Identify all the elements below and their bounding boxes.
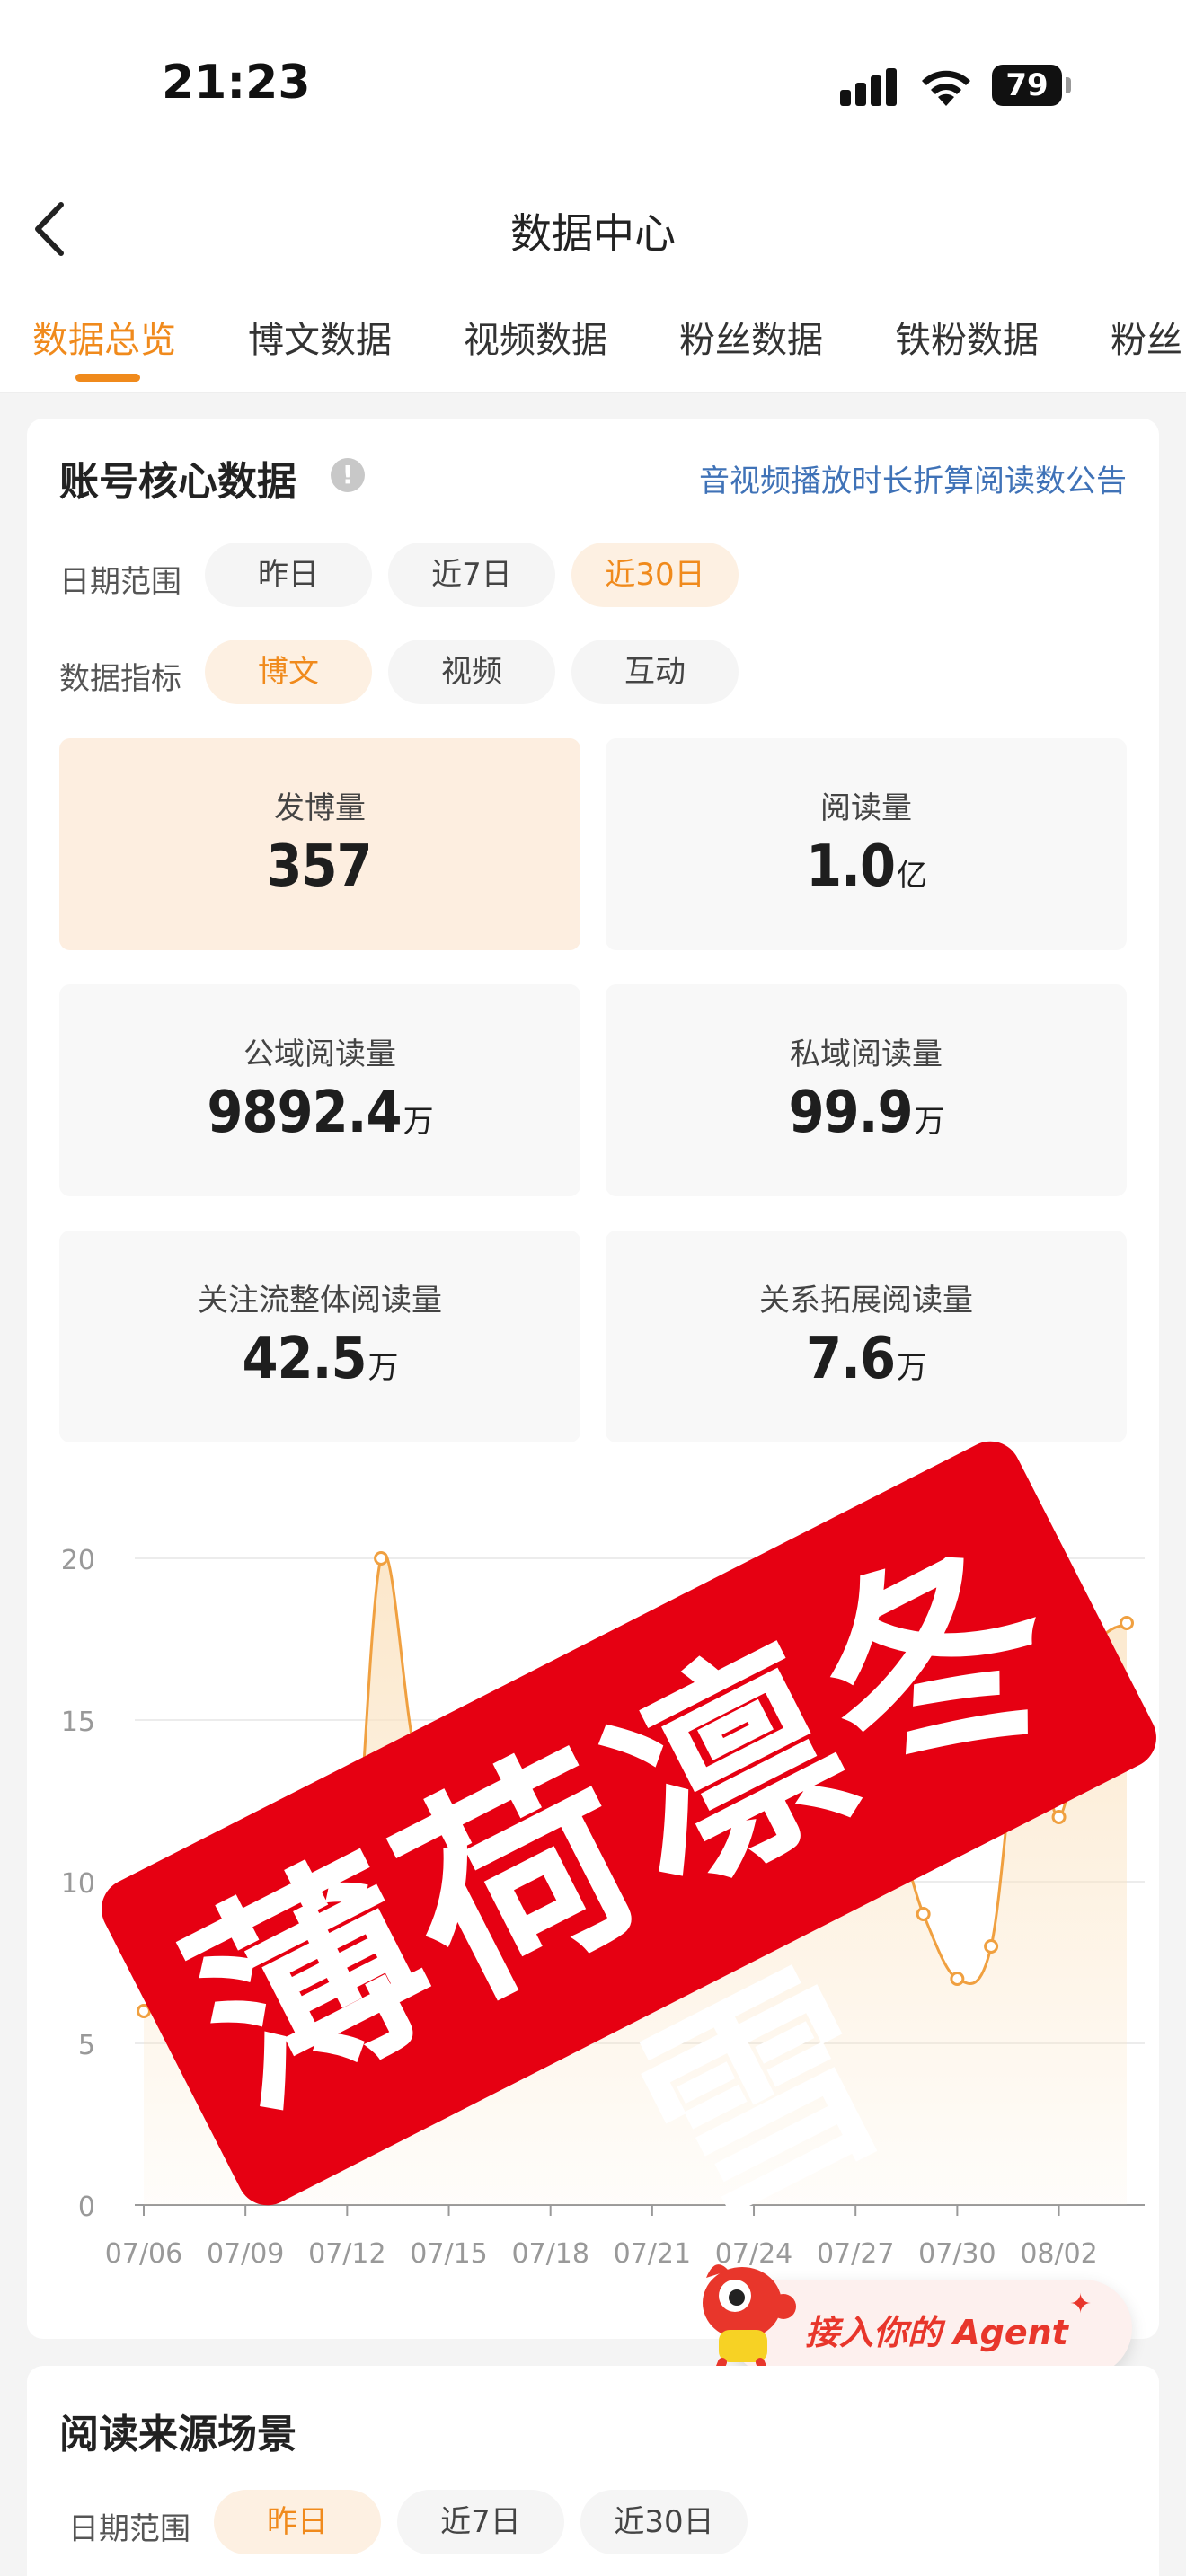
stat-value: 42.5万 bbox=[242, 1326, 398, 1392]
metric-label: 数据指标 bbox=[59, 661, 181, 697]
wifi-icon bbox=[922, 70, 970, 106]
data-point bbox=[374, 1551, 389, 1566]
stat-value: 1.0亿 bbox=[806, 834, 927, 900]
stat-value: 357 bbox=[266, 834, 372, 900]
date-range-label: 日期范围 bbox=[68, 2511, 190, 2547]
tab-iron-fans[interactable]: 铁粉数据 bbox=[895, 311, 1039, 363]
stat-reads[interactable]: 阅读量 1.0亿 bbox=[606, 738, 1127, 950]
stat-value: 7.6万 bbox=[806, 1326, 927, 1392]
battery-icon: 79 bbox=[992, 65, 1062, 106]
battery-tip bbox=[1066, 77, 1071, 93]
status-bar: 21:23 79 bbox=[0, 0, 1186, 171]
stat-label: 关注流整体阅读量 bbox=[198, 1283, 442, 1319]
tab-active-indicator bbox=[75, 374, 140, 382]
y-tick-label: 0 bbox=[78, 2192, 95, 2223]
sources-date-30days-pill[interactable]: 近30日 bbox=[580, 2490, 748, 2554]
stat-post-count[interactable]: 发博量 357 bbox=[59, 738, 580, 950]
tab-posts[interactable]: 博文数据 bbox=[248, 311, 392, 363]
date-range-label: 日期范围 bbox=[59, 564, 181, 600]
read-sources-card: 阅读来源场景 日期范围 昨日 近7日 近30日 bbox=[27, 2366, 1159, 2576]
sources-date-yesterday-pill[interactable]: 昨日 bbox=[214, 2490, 381, 2554]
agent-button-label: 接入你的 Agent bbox=[805, 2313, 1068, 2352]
cellular-signal-icon bbox=[840, 66, 903, 106]
stat-value: 9892.4万 bbox=[207, 1080, 433, 1146]
card-title: 账号核心数据 bbox=[59, 459, 296, 505]
info-icon[interactable]: ! bbox=[331, 458, 365, 492]
metric-interaction-pill[interactable]: 互动 bbox=[571, 640, 739, 704]
x-tick-label: 07/27 bbox=[817, 2238, 894, 2270]
status-time: 21:23 bbox=[162, 56, 311, 110]
stat-private-reads[interactable]: 私域阅读量 99.9万 bbox=[606, 984, 1127, 1196]
nav-header: 数据中心 bbox=[0, 171, 1186, 287]
x-tick-label: 07/30 bbox=[918, 2238, 996, 2270]
card-title: 阅读来源场景 bbox=[59, 2412, 296, 2457]
tab-more-fans[interactable]: 粉丝 bbox=[1111, 311, 1182, 363]
tab-bar: 数据总览 博文数据 视频数据 粉丝数据 铁粉数据 粉丝 bbox=[0, 287, 1186, 393]
date-30days-pill[interactable]: 近30日 bbox=[571, 543, 739, 607]
y-tick-label: 15 bbox=[61, 1707, 95, 1738]
metric-video-pill[interactable]: 视频 bbox=[388, 640, 555, 704]
stat-label: 关系拓展阅读量 bbox=[759, 1283, 973, 1319]
x-tick-label: 07/06 bbox=[105, 2238, 182, 2270]
data-point bbox=[1120, 1616, 1134, 1630]
page-title: 数据中心 bbox=[510, 209, 676, 258]
tab-videos[interactable]: 视频数据 bbox=[464, 311, 607, 363]
sources-date-7days-pill[interactable]: 近7日 bbox=[397, 2490, 564, 2554]
sparkle-icon: ✦ bbox=[1069, 2289, 1093, 2320]
stat-follow-feed-reads[interactable]: 关注流整体阅读量 42.5万 bbox=[59, 1231, 580, 1442]
tab-fans[interactable]: 粉丝数据 bbox=[679, 311, 823, 363]
y-tick-label: 5 bbox=[78, 2030, 95, 2061]
y-tick-label: 20 bbox=[61, 1545, 95, 1576]
notice-link[interactable]: 音视频播放时长折算阅读数公告 bbox=[699, 456, 1127, 500]
date-yesterday-pill[interactable]: 昨日 bbox=[205, 543, 372, 607]
metric-posts-pill[interactable]: 博文 bbox=[205, 640, 372, 704]
x-tick-label: 08/02 bbox=[1020, 2238, 1097, 2270]
stat-relation-reads[interactable]: 关系拓展阅读量 7.6万 bbox=[606, 1231, 1127, 1442]
stat-label: 私域阅读量 bbox=[790, 1037, 943, 1072]
stat-label: 发博量 bbox=[274, 790, 366, 826]
date-7days-pill[interactable]: 近7日 bbox=[388, 543, 555, 607]
stat-label: 公域阅读量 bbox=[243, 1037, 396, 1072]
stat-value: 99.9万 bbox=[788, 1080, 944, 1146]
stat-label: 阅读量 bbox=[820, 790, 912, 826]
tab-overview[interactable]: 数据总览 bbox=[32, 311, 176, 363]
stat-public-reads[interactable]: 公域阅读量 9892.4万 bbox=[59, 984, 580, 1196]
